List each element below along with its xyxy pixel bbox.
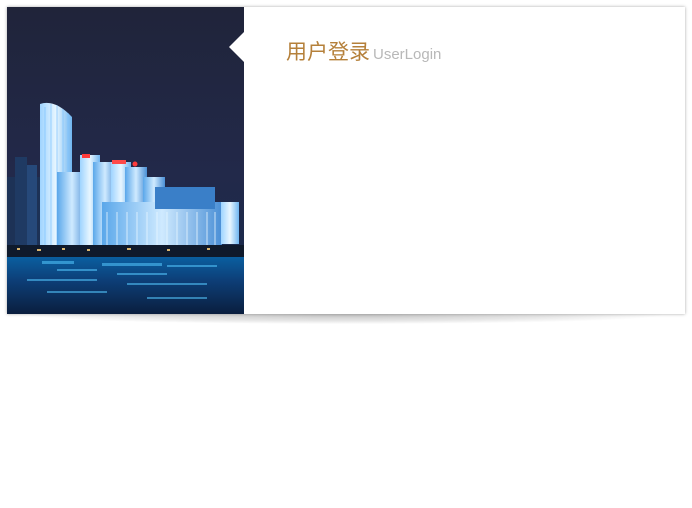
login-title: 用户登录 UserLogin [286, 36, 441, 66]
login-title-en: UserLogin [373, 46, 442, 63]
login-title-cn: 用户登录 [286, 40, 370, 64]
photo-notch-pointer [229, 32, 244, 62]
city-skyline-image [7, 7, 244, 314]
login-page: 用户登录 UserLogin [0, 0, 692, 508]
login-card: 用户登录 UserLogin [7, 7, 685, 314]
